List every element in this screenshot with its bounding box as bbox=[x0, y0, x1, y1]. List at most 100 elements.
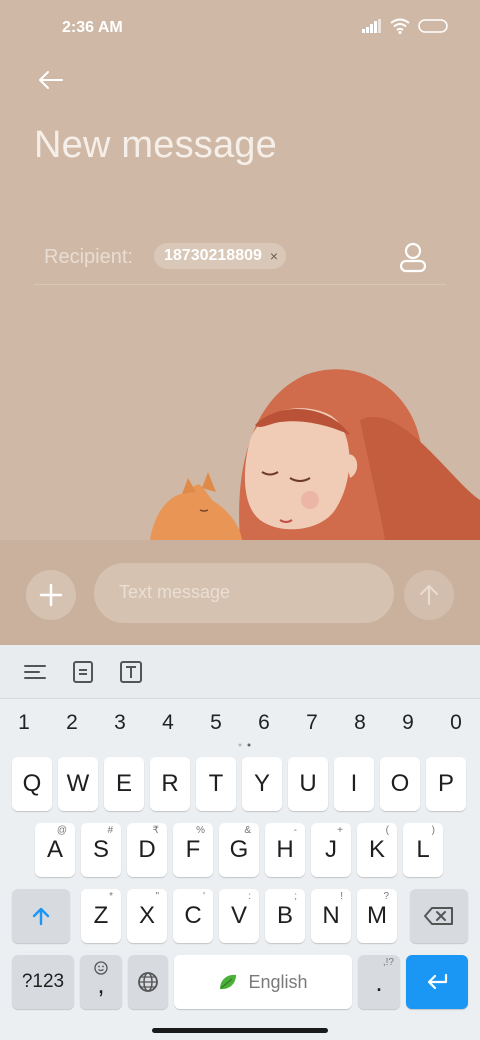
clipboard-icon[interactable] bbox=[70, 659, 96, 685]
recipient-chip-number: 18730218809 bbox=[164, 247, 262, 264]
emoji-comma-key[interactable]: , bbox=[80, 955, 122, 1009]
recipient-label: Recipient: bbox=[44, 246, 133, 268]
number-key[interactable]: 4 bbox=[153, 711, 183, 735]
letter-key[interactable]: Q bbox=[12, 757, 52, 811]
key-label: C bbox=[184, 902, 202, 929]
contact-picker-icon[interactable] bbox=[398, 241, 428, 273]
key-hint: ( bbox=[385, 825, 389, 836]
number-key[interactable]: 5 bbox=[201, 711, 231, 735]
letter-key[interactable]: I bbox=[334, 757, 374, 811]
enter-key[interactable] bbox=[406, 955, 468, 1009]
letter-key[interactable]: ) L bbox=[403, 823, 443, 877]
letter-key[interactable]: + J bbox=[311, 823, 351, 877]
language-key[interactable] bbox=[128, 955, 168, 1009]
period-label: . bbox=[375, 967, 383, 997]
letter-key[interactable]: -H bbox=[265, 823, 305, 877]
letter-key[interactable]: :V bbox=[219, 889, 259, 943]
letter-key[interactable]: ! N bbox=[311, 889, 351, 943]
space-key[interactable]: English bbox=[174, 955, 352, 1009]
letter-key[interactable]: @ A bbox=[35, 823, 75, 877]
key-label: Z bbox=[93, 902, 109, 929]
key-hint: @ bbox=[56, 825, 67, 836]
letter-key[interactable]: & G bbox=[219, 823, 259, 877]
letter-key[interactable]: ? M bbox=[357, 889, 397, 943]
letter-key[interactable]: P bbox=[426, 757, 466, 811]
key-label: F bbox=[185, 836, 201, 863]
key-hint: - bbox=[293, 825, 297, 836]
letter-key[interactable]: ; B bbox=[265, 889, 305, 943]
shift-key[interactable] bbox=[12, 889, 70, 943]
letter-key[interactable]: % F bbox=[173, 823, 213, 877]
message-input[interactable]: Text message bbox=[94, 563, 394, 623]
keyboard-toolbar bbox=[0, 645, 480, 699]
letter-key[interactable]: W bbox=[58, 757, 98, 811]
key-label: X bbox=[138, 902, 155, 929]
status-bar: 2:36 AM bbox=[0, 0, 480, 56]
letter-key[interactable]: O bbox=[380, 757, 420, 811]
number-key[interactable]: 1 bbox=[9, 711, 39, 735]
send-arrow-icon bbox=[419, 584, 439, 606]
number-key[interactable]: 8 bbox=[345, 711, 375, 735]
symbols-key[interactable]: ?123 bbox=[12, 955, 74, 1009]
text-format-icon[interactable] bbox=[118, 659, 144, 685]
key-hint: : bbox=[248, 891, 251, 902]
message-input-placeholder: Text message bbox=[119, 582, 231, 602]
attach-button[interactable] bbox=[26, 570, 76, 620]
text-align-icon[interactable] bbox=[22, 659, 48, 685]
recipient-row: Recipient: 18730218809 × bbox=[34, 238, 446, 285]
number-key[interactable]: 9 bbox=[393, 711, 423, 735]
letter-key[interactable]: R bbox=[150, 757, 190, 811]
key-label: M bbox=[367, 902, 387, 929]
wifi-icon bbox=[390, 18, 410, 34]
period-key[interactable]: ,!? . bbox=[358, 955, 400, 1009]
key-hint: + bbox=[337, 825, 343, 836]
status-time: 2:36 AM bbox=[62, 19, 123, 36]
shift-arrow-icon bbox=[32, 907, 50, 926]
letter-key[interactable]: (K bbox=[357, 823, 397, 877]
globe-icon bbox=[138, 972, 158, 992]
key-label: G bbox=[229, 836, 249, 863]
backspace-icon bbox=[424, 907, 453, 925]
key-hint: & bbox=[244, 825, 251, 836]
key-label: V bbox=[230, 902, 247, 929]
page-title: New message bbox=[34, 124, 277, 166]
number-key[interactable]: 3 bbox=[105, 711, 135, 735]
recipient-chip[interactable]: 18730218809 × bbox=[154, 243, 287, 269]
number-key[interactable]: 0 bbox=[441, 711, 471, 735]
comma-label: , bbox=[97, 969, 105, 999]
number-key[interactable]: 7 bbox=[297, 711, 327, 735]
key-label: A bbox=[46, 836, 63, 863]
key-hint: " bbox=[155, 891, 159, 902]
key-label: B bbox=[276, 902, 293, 929]
letter-key[interactable]: U bbox=[288, 757, 328, 811]
period-hint: ,!? bbox=[382, 957, 394, 968]
keyboard: 1234567890 QWERTYUIOP @ A # S ₹ D% F & G - H + J(K) L… bbox=[0, 699, 480, 1020]
key-label: H bbox=[276, 836, 294, 863]
remove-recipient-icon[interactable]: × bbox=[270, 248, 278, 264]
message-composer: Text message bbox=[0, 540, 480, 645]
leaf-icon bbox=[220, 974, 237, 990]
key-hint: * bbox=[109, 891, 113, 902]
plus-icon bbox=[39, 583, 63, 607]
enter-icon bbox=[427, 973, 448, 990]
letter-key[interactable]: E bbox=[104, 757, 144, 811]
home-indicator[interactable] bbox=[152, 1028, 328, 1033]
letter-key[interactable]: T bbox=[196, 757, 236, 811]
letter-key[interactable]: ' C bbox=[173, 889, 213, 943]
letter-key[interactable]: # S bbox=[81, 823, 121, 877]
letter-key[interactable]: * Z bbox=[81, 889, 121, 943]
status-icons bbox=[362, 18, 450, 34]
back-arrow-icon[interactable] bbox=[34, 64, 66, 96]
send-button[interactable] bbox=[404, 570, 454, 620]
wallpaper-illustration bbox=[150, 369, 480, 540]
number-key[interactable]: 2 bbox=[57, 711, 87, 735]
letter-key[interactable]: " X bbox=[127, 889, 167, 943]
number-key[interactable]: 6 bbox=[249, 711, 279, 735]
backspace-key[interactable] bbox=[410, 889, 468, 943]
key-label: S bbox=[92, 836, 109, 863]
letter-key[interactable]: Y bbox=[242, 757, 282, 811]
key-label: L bbox=[416, 836, 430, 863]
key-hint: ' bbox=[203, 891, 205, 902]
letter-key[interactable]: ₹ D bbox=[127, 823, 167, 877]
battery-icon bbox=[418, 19, 448, 33]
